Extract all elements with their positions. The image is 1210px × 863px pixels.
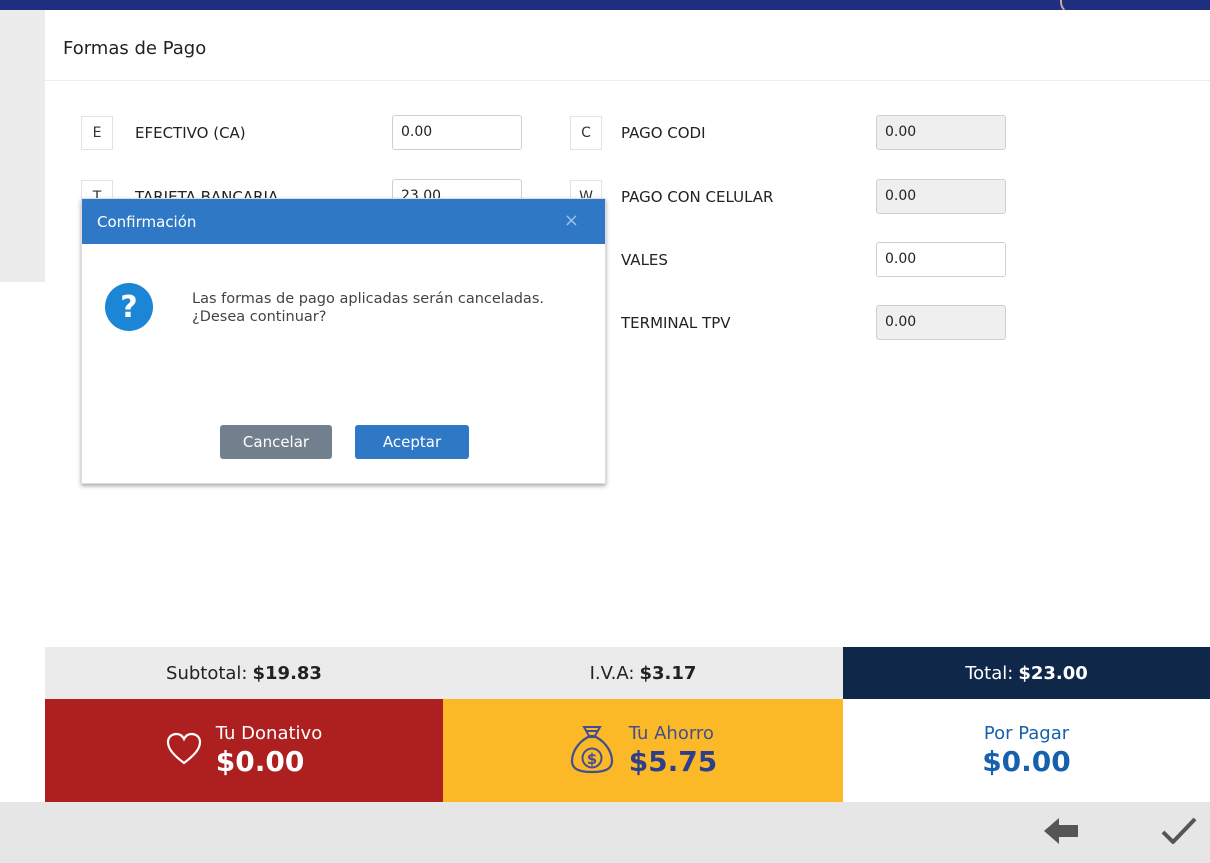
payment-row-vales: VALES 0.00	[570, 242, 1010, 277]
payment-row-terminal: TERMINAL TPV 0.00	[570, 305, 1010, 340]
subtotal: Subtotal: $19.83	[45, 647, 443, 699]
dialog-message-line2: ¿Desea continuar?	[192, 309, 327, 325]
footer-bar	[0, 802, 1210, 863]
savings-value: $5.75	[628, 744, 718, 778]
subtotal-label: Subtotal:	[166, 662, 248, 684]
amount-due-card: Por Pagar $0.00	[843, 699, 1210, 802]
left-rail-lower	[0, 282, 45, 802]
page-title: Formas de Pago	[45, 10, 1210, 81]
amount-input-celular: 0.00	[876, 179, 1006, 214]
shortcut-key[interactable]: C	[570, 116, 602, 150]
total-value: $23.00	[1018, 662, 1088, 684]
subtotal-value: $19.83	[252, 662, 322, 684]
totals-bar: Subtotal: $19.83 I.V.A: $3.17 Total: $23…	[45, 647, 1210, 699]
dialog-message-line1: Las formas de pago aplicadas serán cance…	[192, 291, 544, 307]
amount-input-terminal: 0.00	[876, 305, 1006, 340]
amount-input-vales[interactable]: 0.00	[876, 242, 1006, 277]
amount-cards: Tu Donativo $0.00 $ Tu Ahorro $5.75 Por …	[45, 699, 1210, 802]
iva-value: $3.17	[639, 662, 697, 684]
checkmark-icon	[1160, 816, 1198, 850]
savings-card: $ Tu Ahorro $5.75	[443, 699, 843, 802]
top-header-stripe	[0, 0, 1210, 10]
confirmation-dialog: Confirmación × ? Las formas de pago apli…	[81, 198, 606, 484]
donation-card[interactable]: Tu Donativo $0.00	[45, 699, 443, 802]
shortcut-key[interactable]: E	[81, 116, 113, 150]
payment-label: VALES	[621, 251, 668, 269]
amount-due-caption: Por Pagar	[983, 722, 1070, 744]
payment-label: EFECTIVO (CA)	[135, 124, 246, 142]
amount-input-efectivo[interactable]: 0.00	[392, 115, 522, 150]
iva-label: I.V.A:	[589, 662, 635, 684]
total: Total: $23.00	[843, 647, 1210, 699]
payment-row-codi: C PAGO CODI 0.00	[570, 115, 1010, 150]
payment-label: PAGO CODI	[621, 124, 706, 142]
amount-due-value: $0.00	[982, 744, 1071, 778]
heart-icon	[166, 732, 202, 770]
back-button[interactable]	[1040, 816, 1082, 850]
amount-input-codi: 0.00	[876, 115, 1006, 150]
dialog-message: Las formas de pago aplicadas serán cance…	[192, 290, 592, 326]
donation-value: $0.00	[215, 744, 305, 778]
close-icon[interactable]: ×	[564, 210, 579, 231]
dialog-title: Confirmación	[97, 213, 197, 231]
arrow-left-icon	[1042, 816, 1080, 850]
iva: I.V.A: $3.17	[443, 647, 843, 699]
accept-button[interactable]: Aceptar	[355, 425, 469, 459]
dialog-header: Confirmación ×	[82, 199, 605, 244]
question-icon: ?	[105, 283, 153, 331]
savings-caption: Tu Ahorro	[628, 722, 714, 744]
total-label: Total:	[965, 662, 1014, 684]
cancel-button[interactable]: Cancelar	[220, 425, 332, 459]
svg-text:$: $	[586, 750, 596, 768]
payment-label: TERMINAL TPV	[621, 314, 731, 332]
donation-caption: Tu Donativo	[215, 722, 323, 744]
payment-label: PAGO CON CELULAR	[621, 188, 774, 206]
confirm-button[interactable]	[1158, 816, 1200, 850]
left-rail	[0, 10, 45, 282]
payment-row-celular: W PAGO CON CELULAR 0.00	[570, 179, 1010, 214]
money-bag-icon: $	[569, 723, 615, 779]
payment-row-efectivo: E EFECTIVO (CA) 0.00	[81, 115, 522, 150]
